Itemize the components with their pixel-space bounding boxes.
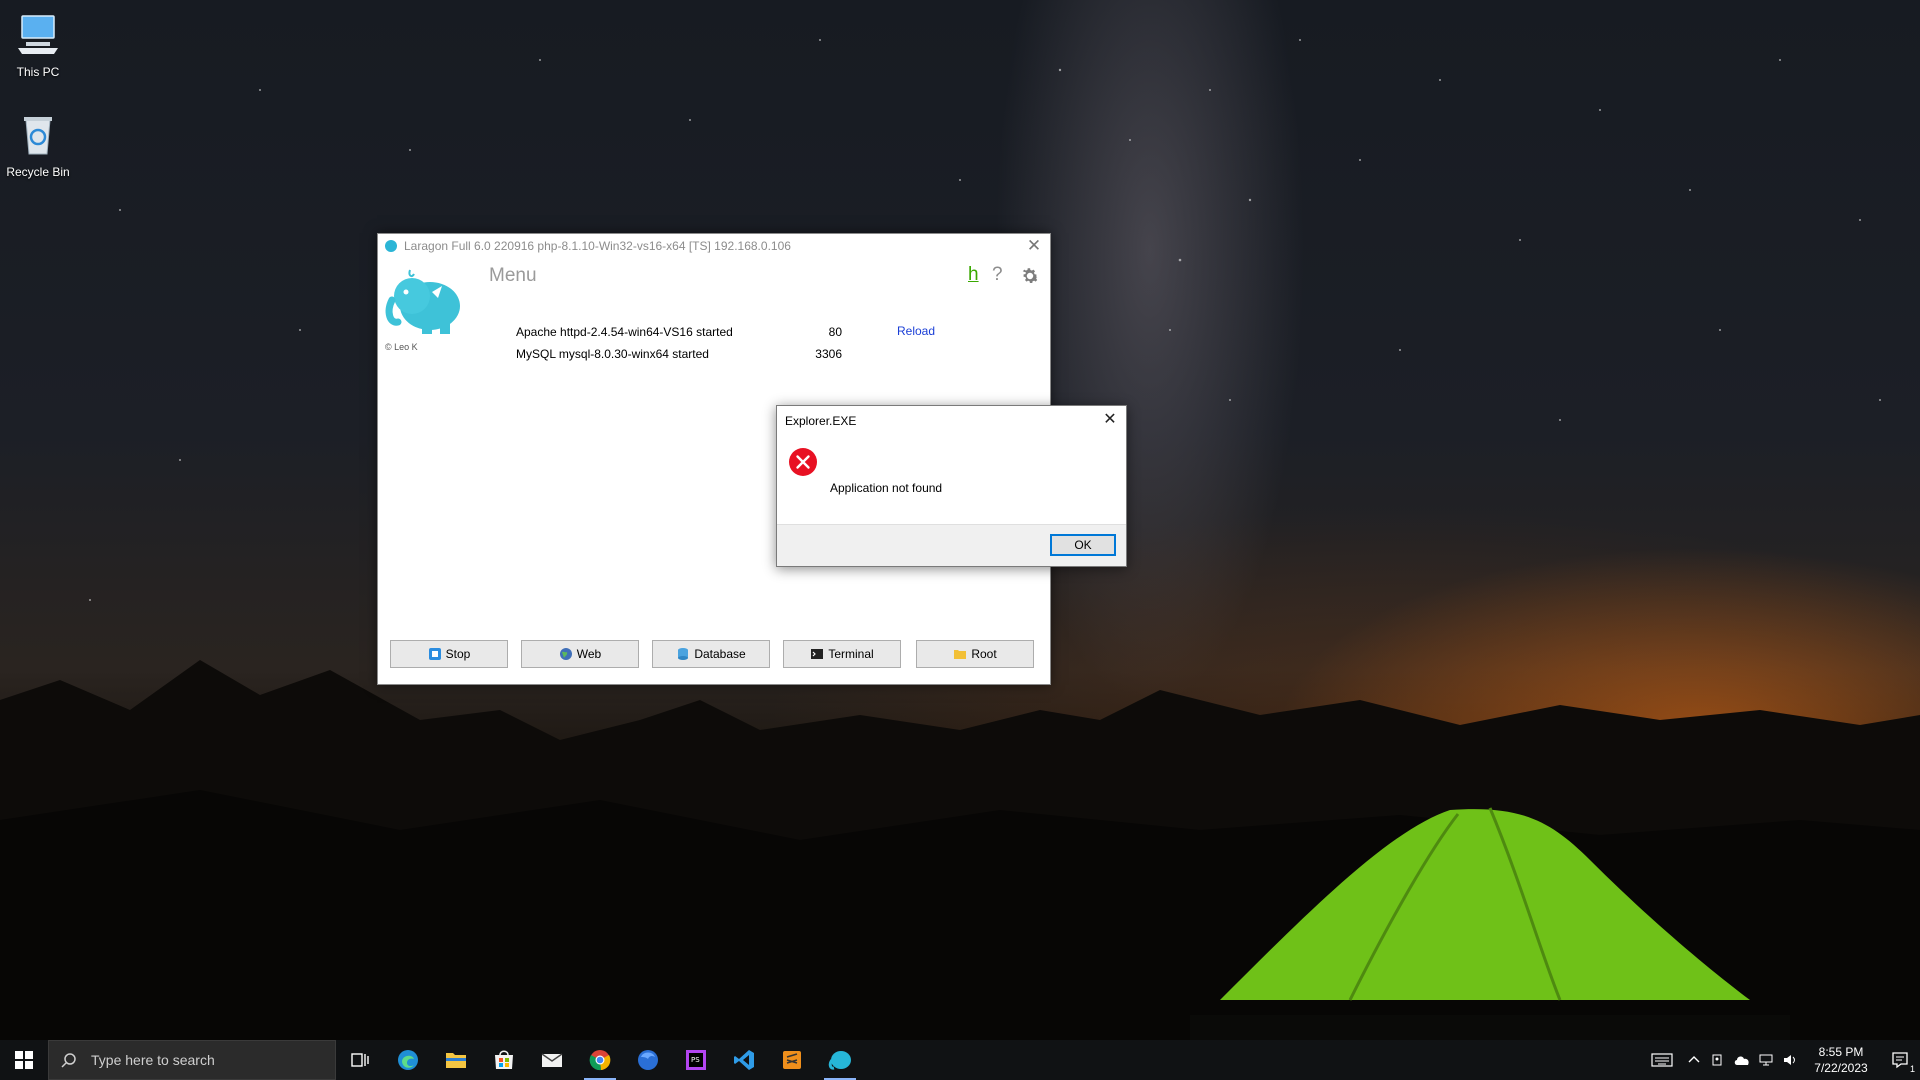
- tray-meet-now[interactable]: [1706, 1040, 1730, 1080]
- tray-network[interactable]: [1754, 1040, 1778, 1080]
- root-button[interactable]: Root: [916, 640, 1034, 668]
- folder-icon: [954, 650, 967, 659]
- error-icon: [789, 448, 817, 476]
- touch-keyboard-button[interactable]: [1642, 1040, 1682, 1080]
- stop-button[interactable]: Stop: [390, 640, 508, 668]
- recycle-bin-icon: [24, 117, 52, 155]
- taskbar-app-firefox[interactable]: [624, 1040, 672, 1080]
- search-placeholder: Type here to search: [91, 1052, 215, 1068]
- meet-now-icon: [1712, 1054, 1722, 1066]
- mysql-service-status: MySQL mysql-8.0.30-winx64 started: [516, 347, 709, 361]
- chrome-icon: [589, 1050, 611, 1071]
- task-view-button[interactable]: [336, 1040, 384, 1080]
- laragon-title: Laragon Full 6.0 220916 php-8.1.10-Win32…: [404, 239, 791, 253]
- action-center-button[interactable]: 1: [1880, 1040, 1920, 1080]
- reload-link[interactable]: Reload: [897, 324, 935, 338]
- database-icon: [678, 648, 689, 660]
- notification-icon: [1892, 1052, 1908, 1069]
- copyright-text: © Leo K: [385, 342, 418, 352]
- apache-service-status: Apache httpd-2.4.54-win64-VS16 started: [516, 325, 733, 339]
- show-hidden-icons-button[interactable]: [1682, 1040, 1706, 1080]
- chevron-up-icon: [1688, 1056, 1700, 1063]
- close-icon[interactable]: ✕: [1024, 236, 1044, 256]
- firefox-icon: [638, 1050, 658, 1070]
- database-button-label: Database: [694, 647, 746, 661]
- phpstorm-icon: PS: [686, 1050, 706, 1070]
- terminal-button-label: Terminal: [828, 647, 874, 661]
- web-button[interactable]: Web: [521, 640, 639, 668]
- tent-illustration: [1190, 807, 1790, 1040]
- laragon-title-bar: Laragon Full 6.0 220916 php-8.1.10-Win32…: [378, 234, 1050, 258]
- desktop-icon-this-pc[interactable]: This PC: [0, 10, 76, 79]
- this-pc-icon: [18, 15, 58, 54]
- taskbar-app-mail[interactable]: [528, 1040, 576, 1080]
- tray-volume[interactable]: [1778, 1040, 1802, 1080]
- stop-button-label: Stop: [445, 647, 471, 661]
- terminal-button[interactable]: Terminal: [783, 640, 901, 668]
- network-icon: [1759, 1054, 1773, 1066]
- globe-icon: [559, 648, 572, 660]
- svg-text:PS: PS: [691, 1056, 700, 1064]
- tray-onedrive[interactable]: [1730, 1040, 1754, 1080]
- taskbar-app-file-explorer[interactable]: [432, 1040, 480, 1080]
- taskbar-app-vscode[interactable]: [720, 1040, 768, 1080]
- taskbar-app-store[interactable]: [480, 1040, 528, 1080]
- taskbar-app-chrome[interactable]: [576, 1040, 624, 1080]
- web-button-label: Web: [576, 647, 602, 661]
- mysql-port: 3306: [815, 347, 842, 361]
- desktop-icon-label: This PC: [16, 65, 60, 79]
- root-button-label: Root: [971, 647, 997, 661]
- laragon-icon: [385, 240, 397, 252]
- store-icon: [495, 1050, 513, 1069]
- help-icon[interactable]: ?: [992, 264, 1003, 286]
- gear-icon[interactable]: [1019, 265, 1041, 287]
- onedrive-icon: [1734, 1056, 1749, 1065]
- system-tray: 8:55 PM 7/22/2023 1: [1642, 1040, 1920, 1080]
- dialog-footer: OK: [777, 524, 1126, 566]
- taskbar-clock[interactable]: 8:55 PM 7/22/2023: [1802, 1044, 1880, 1076]
- desktop-icon-recycle-bin[interactable]: Recycle Bin: [0, 110, 76, 179]
- search-icon: [61, 1053, 76, 1068]
- taskbar-app-sublime[interactable]: [768, 1040, 816, 1080]
- task-view-icon: [351, 1053, 369, 1067]
- laragon-icon: [828, 1051, 851, 1070]
- taskbar: Type here to search PS 8:55 PM 7/22/2023…: [0, 1040, 1920, 1080]
- volume-icon: [1784, 1055, 1795, 1065]
- h-link[interactable]: h: [968, 264, 979, 286]
- taskbar-app-phpstorm[interactable]: PS: [672, 1040, 720, 1080]
- clock-date: 7/22/2023: [1814, 1061, 1868, 1075]
- database-button[interactable]: Database: [652, 640, 770, 668]
- taskbar-app-edge[interactable]: [384, 1040, 432, 1080]
- clock-time: 8:55 PM: [1818, 1045, 1864, 1059]
- taskbar-app-laragon[interactable]: [816, 1040, 864, 1080]
- edge-icon: [398, 1050, 418, 1070]
- error-dialog: Explorer.EXE ✕ Application not found OK: [776, 405, 1127, 567]
- menu-button[interactable]: Menu: [489, 265, 537, 287]
- vscode-icon: [734, 1050, 754, 1070]
- start-button[interactable]: [0, 1040, 48, 1080]
- notification-count-badge: 1: [1909, 1064, 1915, 1074]
- keyboard-icon: [1651, 1053, 1673, 1067]
- close-icon[interactable]: ✕: [1100, 410, 1120, 430]
- file-explorer-icon: [446, 1053, 466, 1068]
- mail-icon: [541, 1053, 563, 1067]
- dialog-message: Application not found: [830, 481, 943, 495]
- stop-icon: [428, 648, 441, 660]
- sublime-icon: [783, 1051, 801, 1069]
- apache-port: 80: [828, 325, 842, 339]
- taskbar-search-box[interactable]: Type here to search: [48, 1040, 336, 1080]
- terminal-icon: [811, 649, 824, 659]
- desktop-icon-label: Recycle Bin: [6, 165, 70, 179]
- laragon-elephant-logo: [385, 269, 460, 334]
- ok-button[interactable]: OK: [1050, 534, 1116, 556]
- windows-icon: [15, 1051, 33, 1069]
- dialog-title: Explorer.EXE: [785, 414, 857, 428]
